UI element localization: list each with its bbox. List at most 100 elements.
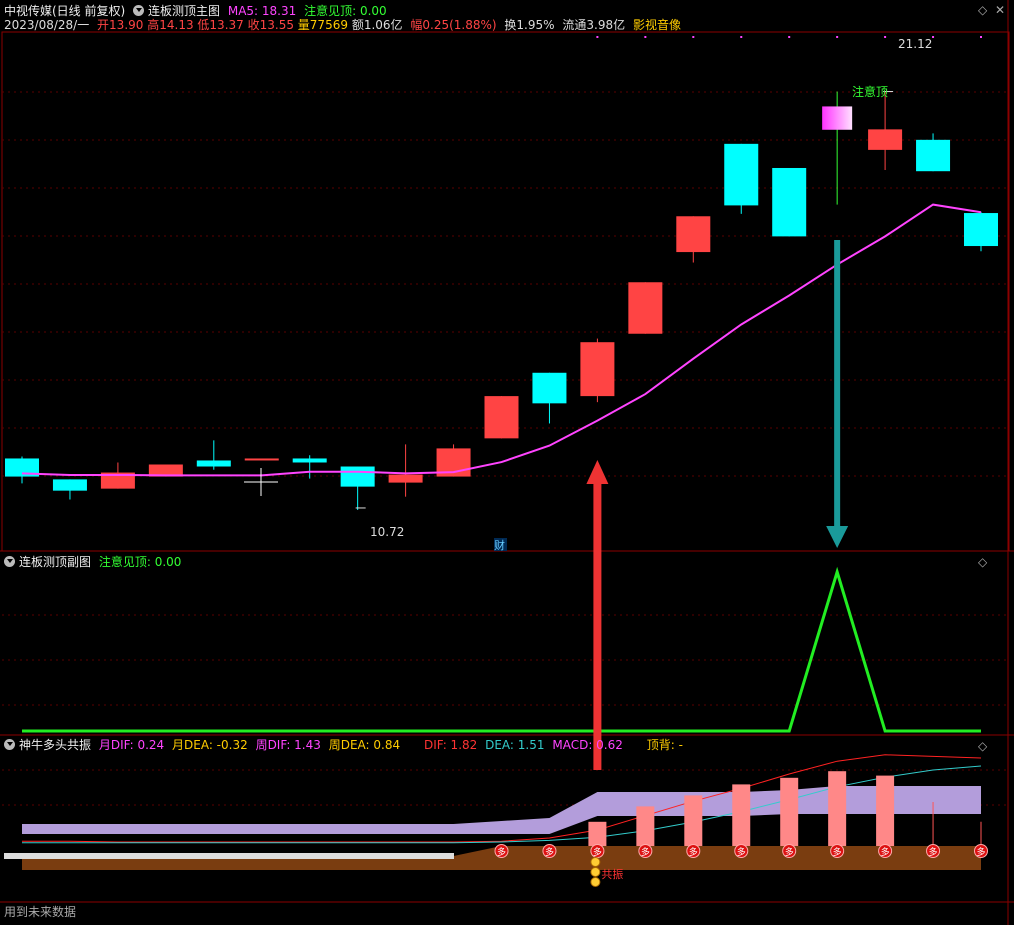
macd-bar — [588, 821, 607, 846]
chart-stage: 多 多 多 多 多 多 多 多 多 多 多共振 10.72 21.12 注意顶 财 — [0, 0, 1014, 925]
sub1-title[interactable]: 连板测顶副图 — [19, 555, 91, 569]
candle-body-up — [676, 216, 711, 253]
duo-badge-label: 多 — [929, 846, 938, 858]
indicator-menu-icon[interactable] — [4, 556, 15, 567]
top-marker — [740, 36, 743, 38]
macd-bar — [828, 771, 847, 846]
header-line-2: 2023/08/28/一 开13.90 高14.13 低13.37 收13.55… — [4, 18, 685, 32]
duo-badge-label: 多 — [785, 846, 794, 858]
quote-turnover: 换1.95% — [504, 18, 555, 32]
quote-close: 收13.55 — [247, 18, 294, 32]
candle-body-down — [964, 213, 998, 247]
indicator-menu-icon[interactable] — [133, 5, 145, 16]
quote-amount: 额1.06亿 — [351, 18, 403, 32]
candle-body-up — [388, 474, 423, 483]
candle-body-up — [484, 396, 519, 439]
signal-arrows — [586, 240, 849, 770]
gongzhen-coin — [590, 877, 601, 887]
low-price-label: 10.72 — [370, 525, 404, 539]
candle-body-down — [196, 460, 231, 467]
candle-body-down — [724, 143, 759, 206]
quote-high: 高14.13 — [147, 18, 194, 32]
duo-badge-label: 多 — [881, 846, 890, 858]
quote-volume: 量77569 — [297, 18, 348, 32]
indicator-menu-icon[interactable] — [4, 739, 15, 750]
quote-float: 流通3.98亿 — [562, 18, 626, 32]
gongzhen-label: 共振 — [601, 867, 623, 881]
teal-down-arrow-head — [826, 526, 849, 548]
week-dea: 周DEA: 0.84 — [328, 738, 401, 752]
duo-badge-label: 多 — [593, 846, 602, 858]
candle-body-down — [292, 458, 327, 463]
top-marker — [644, 36, 647, 38]
duo-badge-label: 多 — [641, 846, 650, 858]
quote-sector[interactable]: 影视音像 — [633, 18, 681, 32]
ma5-value: MA5: 18.31 — [227, 4, 297, 18]
quote-open: 开13.90 — [97, 18, 144, 32]
sub1-signal — [22, 566, 981, 733]
candle-body-down — [916, 139, 951, 172]
sub2-title[interactable]: 神牛多头共振 — [19, 738, 91, 752]
teal-down-arrow-shaft — [834, 240, 841, 530]
top-warning-label: 注意顶 — [852, 84, 888, 99]
close-icon[interactable]: ✕ — [995, 3, 1005, 17]
top-marker — [980, 36, 982, 38]
candle-body-down — [52, 479, 87, 491]
top-marker — [692, 36, 695, 38]
diamond-icon[interactable]: ◇ — [978, 555, 987, 569]
header-line-1: 中视传媒(日线 前复权) 连板测顶主图 MA5: 18.31 注意见顶: 0.0… — [4, 4, 391, 18]
quote-date: 2023/08/28/一 — [4, 18, 90, 32]
candle-body-up — [580, 342, 615, 397]
month-dea: 月DEA: -0.32 — [172, 738, 248, 752]
duo-badge-label: 多 — [689, 846, 698, 858]
diamond-icon[interactable]: ◇ — [978, 739, 987, 753]
white-band — [4, 853, 454, 859]
stock-name[interactable]: 中视传媒(日线 前复权) — [4, 4, 125, 18]
gongzhen-coin — [590, 857, 601, 867]
sub1-notice: 注意见顶: 0.00 — [98, 555, 182, 569]
macd-bar — [780, 777, 799, 846]
top-divergence: 顶背: - — [646, 738, 683, 752]
candle-body-up — [868, 129, 903, 150]
macd-bar — [636, 806, 655, 846]
diamond-icon[interactable]: ◇ — [978, 3, 987, 17]
candle-body-down — [772, 167, 807, 237]
gongzhen-coin — [590, 867, 601, 877]
sub1-header: 连板测顶副图 注意见顶: 0.00 — [4, 555, 185, 569]
candle-body-down — [532, 372, 567, 404]
sub1-signal-line — [22, 566, 981, 733]
duo-badge-label: 多 — [976, 846, 985, 858]
top-marker — [884, 36, 887, 38]
cursor-crosshair — [244, 468, 278, 496]
top-marker — [788, 36, 791, 38]
month-dif: 月DIF: 0.24 — [98, 738, 165, 752]
notice-value: 注意见顶: 0.00 — [304, 4, 387, 18]
top-marker — [596, 36, 599, 38]
duo-badge-label: 多 — [545, 846, 554, 858]
macd-value: MACD: 0.62 — [552, 738, 623, 752]
quote-change: 幅0.25(1.88%) — [410, 18, 497, 32]
high-price-label: 21.12 — [898, 37, 932, 51]
quote-low: 低13.37 — [197, 18, 244, 32]
candle-body-down — [340, 466, 375, 487]
red-up-arrow-shaft — [593, 480, 602, 770]
sub2-header: 神牛多头共振 月DIF: 0.24 月DEA: -0.32 周DIF: 1.43… — [4, 738, 687, 752]
candle-body-signal — [822, 106, 853, 130]
candles — [5, 91, 998, 510]
duo-badge-label: 多 — [497, 846, 506, 858]
duo-badge-label: 多 — [833, 846, 842, 858]
week-dif: 周DIF: 1.43 — [255, 738, 321, 752]
macd-bar — [732, 784, 751, 846]
cai-badge[interactable]: 财 — [494, 538, 505, 552]
dea-value: DEA: 1.51 — [485, 738, 545, 752]
candle-body-up — [244, 458, 279, 461]
macd-bar — [876, 775, 895, 846]
duo-badge-label: 多 — [737, 846, 746, 858]
future-data-note: 用到未来数据 — [4, 905, 77, 919]
red-up-arrow-head — [586, 460, 609, 484]
candle-body-up — [628, 282, 663, 334]
top-marker — [836, 36, 839, 38]
macd-bar — [684, 795, 703, 846]
dif-value: DIF: 1.82 — [423, 738, 478, 752]
main-indicator-name[interactable]: 连板测顶主图 — [148, 4, 220, 18]
